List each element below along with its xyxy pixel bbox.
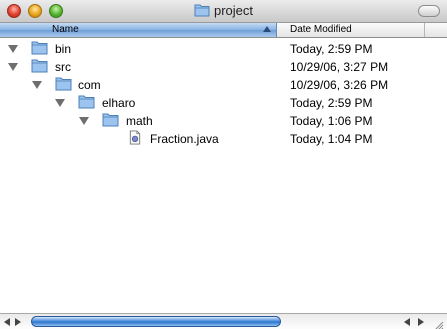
file-name: com	[78, 78, 101, 92]
java-file-icon	[129, 130, 141, 145]
window-title-text: project	[213, 3, 254, 18]
column-name-header[interactable]: Name	[0, 23, 277, 37]
scroll-thumb[interactable]	[31, 316, 281, 327]
column-name-label: Name	[52, 24, 79, 35]
disclosure-triangle-icon[interactable]	[8, 45, 18, 53]
scroll-right-icon[interactable]	[15, 318, 21, 326]
folder-icon	[194, 4, 210, 17]
column-header: Name Date Modified	[0, 23, 447, 38]
finder-window: project Name Date Modified bin Today, 2:…	[0, 0, 447, 329]
horizontal-scrollbar[interactable]	[0, 313, 447, 329]
folder-icon	[55, 77, 72, 91]
file-name: bin	[55, 42, 72, 56]
file-name: src	[55, 60, 71, 74]
scroll-left-icon[interactable]	[4, 318, 10, 326]
column-date-header[interactable]: Date Modified	[278, 23, 425, 37]
folder-icon	[31, 41, 48, 55]
window-title: project	[0, 3, 447, 18]
toolbar-toggle-button[interactable]	[418, 5, 440, 17]
folder-icon	[31, 59, 48, 73]
list-item[interactable]: elharo Today, 2:59 PM	[0, 94, 447, 112]
column-date-label: Date Modified	[290, 24, 352, 35]
file-list: bin Today, 2:59 PM src 10/29/06, 3:27 PM…	[0, 38, 447, 313]
file-name: elharo	[102, 96, 136, 110]
list-item[interactable]: Fraction.java Today, 1:04 PM	[0, 130, 447, 148]
disclosure-triangle-icon[interactable]	[79, 117, 89, 125]
date-modified: 10/29/06, 3:27 PM	[290, 60, 389, 74]
resize-grip-lines	[435, 321, 444, 329]
resize-grip-icon[interactable]	[432, 317, 444, 329]
file-name: Fraction.java	[150, 132, 219, 146]
title-bar[interactable]: project	[0, 0, 447, 23]
list-item[interactable]: com 10/29/06, 3:26 PM	[0, 76, 447, 94]
list-item[interactable]: bin Today, 2:59 PM	[0, 40, 447, 58]
scroll-left-icon[interactable]	[404, 318, 410, 326]
file-name: math	[126, 114, 153, 128]
list-item[interactable]: src 10/29/06, 3:27 PM	[0, 58, 447, 76]
folder-icon	[102, 113, 119, 127]
date-modified: Today, 1:06 PM	[290, 114, 373, 128]
disclosure-triangle-icon[interactable]	[8, 63, 18, 71]
date-modified: Today, 2:59 PM	[290, 42, 373, 56]
list-item[interactable]: math Today, 1:06 PM	[0, 112, 447, 130]
disclosure-triangle-icon[interactable]	[32, 81, 42, 89]
folder-icon	[78, 95, 95, 109]
disclosure-triangle-icon[interactable]	[55, 99, 65, 107]
date-modified: Today, 1:04 PM	[290, 132, 373, 146]
sort-ascending-icon	[263, 26, 271, 32]
date-modified: 10/29/06, 3:26 PM	[290, 78, 389, 92]
date-modified: Today, 2:59 PM	[290, 96, 373, 110]
scroll-right-icon[interactable]	[418, 318, 424, 326]
